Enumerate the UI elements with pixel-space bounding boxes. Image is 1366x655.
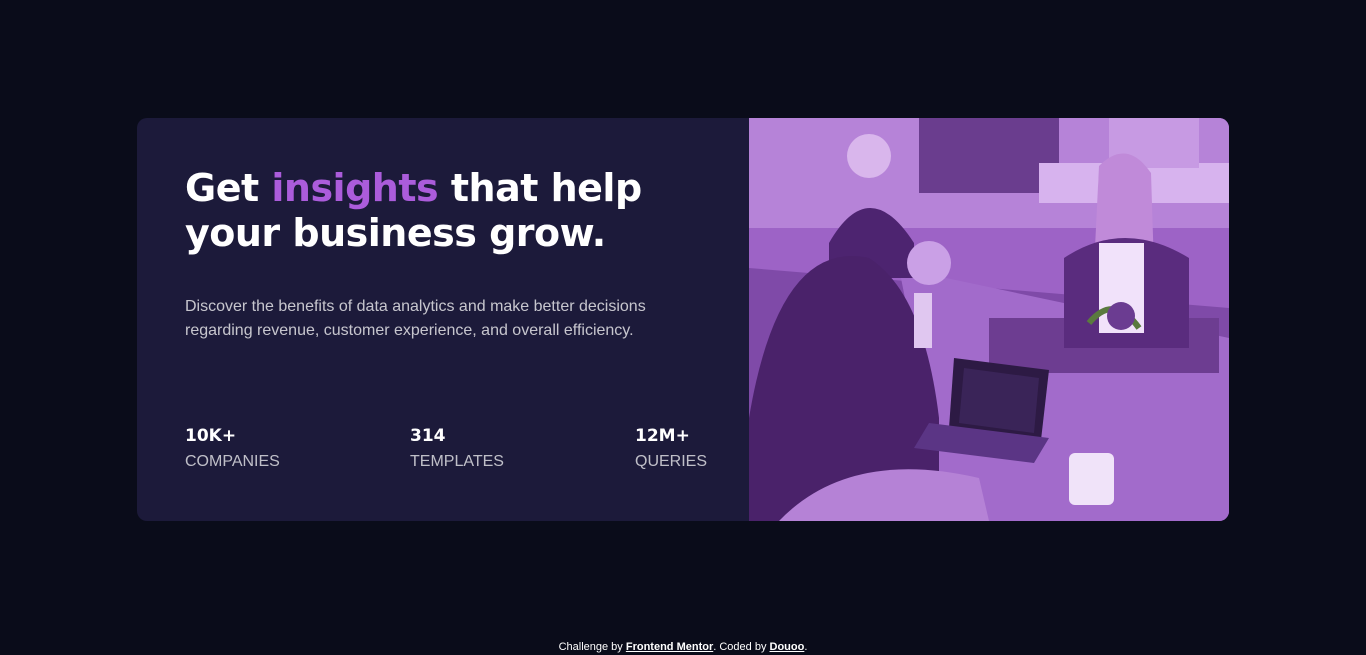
description: Discover the benefits of data analytics …: [185, 298, 646, 339]
footer-middle: . Coded by: [713, 641, 770, 653]
headline-line2: your business grow.: [185, 211, 606, 255]
footer-suffix: .: [804, 641, 808, 653]
headline-part2: that help: [438, 166, 642, 210]
stat-value: 10K+: [185, 426, 237, 446]
stat-templates: 314 TEMPLATES: [410, 424, 635, 474]
stat-companies: 10K+ COMPANIES: [185, 424, 410, 474]
attribution-footer: Challenge by Frontend Mentor. Coded by D…: [0, 640, 1366, 654]
card-content: Get insights that help your business gro…: [137, 118, 749, 521]
stat-value: 314: [410, 426, 446, 446]
stats-preview-card: Get insights that help your business gro…: [137, 118, 1229, 521]
frontend-mentor-link[interactable]: Frontend Mentor: [626, 641, 713, 653]
footer-prefix: Challenge by: [558, 641, 626, 653]
page-title: Get insights that help your business gro…: [185, 166, 642, 256]
headline-accent: insights: [271, 166, 439, 210]
headline-part1: Get: [185, 166, 272, 210]
author-link[interactable]: Douoo: [770, 641, 805, 653]
header-image: [749, 118, 1229, 521]
stat-label: COMPANIES: [185, 453, 280, 470]
stat-label: TEMPLATES: [410, 453, 504, 470]
office-photo-illustration: [749, 118, 1229, 521]
